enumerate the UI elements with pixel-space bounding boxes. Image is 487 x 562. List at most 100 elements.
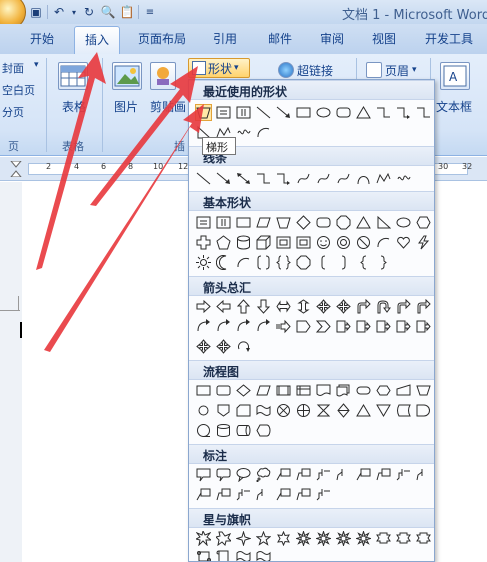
bentarrow-shape-icon[interactable] (395, 298, 412, 315)
cloudcallout-shape-icon[interactable] (255, 466, 272, 483)
cube-shape-icon[interactable] (255, 234, 272, 251)
decision-shape-icon[interactable] (235, 382, 252, 399)
triangle-shape-icon[interactable] (355, 104, 372, 121)
quadarrow-shape-icon[interactable] (215, 338, 232, 355)
oval-shape-icon[interactable] (395, 214, 412, 231)
picture-icon[interactable] (112, 62, 142, 90)
redo-icon[interactable]: ↻ (81, 4, 97, 20)
display-shape-icon[interactable] (255, 422, 272, 439)
rrect-shape-icon[interactable] (335, 104, 352, 121)
uarrow-shape-icon[interactable] (235, 298, 252, 315)
shapes-button[interactable]: 形状 ▾ (188, 58, 250, 78)
curvedarrow-shape-icon[interactable] (255, 318, 272, 335)
linecallout3-shape-icon[interactable] (315, 466, 332, 483)
scribble-shape-icon[interactable] (235, 124, 252, 141)
bracketpair-shape-icon[interactable] (255, 254, 272, 271)
star8-shape-icon[interactable] (295, 530, 312, 547)
uturn-shape-icon[interactable] (375, 298, 392, 315)
cross-shape-icon[interactable] (195, 234, 212, 251)
data-shape-icon[interactable] (255, 382, 272, 399)
explosion1-shape-icon[interactable] (195, 530, 212, 547)
clipart-button-label[interactable]: 剪贴画 (150, 98, 186, 115)
sun-shape-icon[interactable] (195, 254, 212, 271)
sumjunction-shape-icon[interactable] (275, 402, 292, 419)
quadarrow-shape-icon[interactable] (335, 298, 352, 315)
tab-references[interactable]: 引用 (213, 30, 237, 47)
star8-shape-icon[interactable] (355, 530, 372, 547)
preparation-shape-icon[interactable] (375, 382, 392, 399)
linecallout-shape-icon[interactable] (275, 466, 292, 483)
arrowline-shape-icon[interactable] (275, 104, 292, 121)
rect-shape-icon[interactable] (295, 104, 312, 121)
star4-shape-icon[interactable] (235, 530, 252, 547)
dropdown-arrow-icon[interactable]: ▾ (70, 4, 78, 20)
linecallout4-shape-icon[interactable] (415, 466, 432, 483)
noentry-shape-icon[interactable] (355, 234, 372, 251)
page-break-button[interactable]: 分页 (2, 104, 24, 120)
tab-view[interactable]: 视图 (372, 30, 396, 47)
elbow-shape-icon[interactable] (255, 170, 272, 187)
sort-shape-icon[interactable] (335, 402, 352, 419)
can-shape-icon[interactable] (235, 234, 252, 251)
tab-page-layout[interactable]: 页面布局 (138, 30, 186, 47)
hyperlink-button[interactable]: 超链接 (278, 60, 333, 80)
rbrace-shape-icon[interactable] (375, 254, 392, 271)
parallelogram-shape-icon[interactable] (255, 214, 272, 231)
heart-shape-icon[interactable] (395, 234, 412, 251)
manualinput-shape-icon[interactable] (395, 382, 412, 399)
punchtape-shape-icon[interactable] (255, 402, 272, 419)
picture-button-label[interactable]: 图片 (114, 98, 138, 115)
scurve-shape-icon[interactable] (295, 170, 312, 187)
circarrow-shape-icon[interactable] (235, 338, 252, 355)
rarrow-shape-icon[interactable] (195, 298, 212, 315)
textbox-button-label[interactable]: 文本框 (436, 98, 472, 115)
star8-shape-icon[interactable] (335, 530, 352, 547)
dblarrow-shape-icon[interactable] (235, 170, 252, 187)
linecallout4-shape-icon[interactable] (335, 466, 352, 483)
rbracket-shape-icon[interactable] (335, 254, 352, 271)
trapezoid-shape-icon[interactable] (195, 104, 212, 121)
linecallout-shape-icon[interactable] (275, 486, 292, 503)
textbox-shape-icon[interactable] (215, 104, 232, 121)
delay-shape-icon[interactable] (415, 402, 432, 419)
linecallout2-shape-icon[interactable] (375, 466, 392, 483)
bentarrow-shape-icon[interactable] (355, 298, 372, 315)
quadarrow-shape-icon[interactable] (315, 298, 332, 315)
callarrow-shape-icon[interactable] (395, 318, 412, 335)
trapezoid-shape-icon[interactable] (275, 214, 292, 231)
linecallout2-shape-icon[interactable] (295, 466, 312, 483)
frame-shape-icon[interactable] (295, 234, 312, 251)
tab-insert[interactable]: 插入 (74, 26, 120, 54)
customize-icon[interactable]: ≡ (142, 4, 158, 20)
textbox-shape-icon[interactable] (195, 214, 212, 231)
frame-shape-icon[interactable] (275, 234, 292, 251)
rect-shape-icon[interactable] (235, 214, 252, 231)
star6-shape-icon[interactable] (275, 530, 292, 547)
internal-shape-icon[interactable] (295, 382, 312, 399)
ribbon-shape-icon[interactable] (375, 530, 392, 547)
stripedarrow-shape-icon[interactable] (275, 318, 292, 335)
rrect-shape-icon[interactable] (315, 214, 332, 231)
rectcallout-shape-icon[interactable] (195, 466, 212, 483)
tab-home[interactable]: 开始 (30, 30, 54, 47)
merge-shape-icon[interactable] (375, 402, 392, 419)
document-shape-icon[interactable] (315, 382, 332, 399)
linecallout3-shape-icon[interactable] (235, 486, 252, 503)
lrarrow-shape-icon[interactable] (275, 298, 292, 315)
scroll-shape-icon[interactable] (195, 548, 212, 561)
collate-shape-icon[interactable] (315, 402, 332, 419)
clipart-icon[interactable] (150, 62, 176, 90)
donut-shape-icon[interactable] (335, 234, 352, 251)
ribbon-shape-icon[interactable] (395, 530, 412, 547)
moon-shape-icon[interactable] (215, 254, 232, 271)
elbowarrow-shape-icon[interactable] (395, 104, 412, 121)
elbow-shape-icon[interactable] (415, 104, 432, 121)
seqaccess-shape-icon[interactable] (195, 422, 212, 439)
lbracket-shape-icon[interactable] (315, 254, 332, 271)
storeddata-shape-icon[interactable] (395, 402, 412, 419)
multidoc-shape-icon[interactable] (335, 382, 352, 399)
header-button[interactable]: 页眉 ▾ (366, 60, 417, 80)
vscroll-shape-icon[interactable] (215, 548, 232, 561)
tab-mailings[interactable]: 邮件 (268, 30, 292, 47)
extract-shape-icon[interactable] (355, 402, 372, 419)
